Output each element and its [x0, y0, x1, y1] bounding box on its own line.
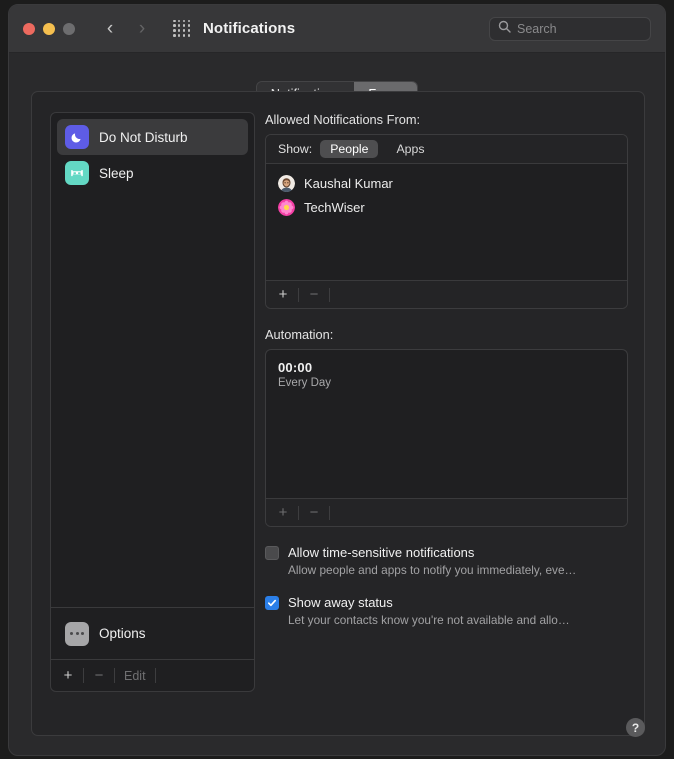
time-sensitive-description: Allow people and apps to notify you imme…: [288, 563, 576, 577]
traffic-lights: [23, 23, 75, 35]
sidebar-item-label: Sleep: [99, 166, 134, 181]
content-panel: Do Not Disturb Sleep: [31, 91, 645, 736]
search-input[interactable]: [517, 22, 642, 36]
moon-icon: [65, 125, 89, 149]
sidebar-item-do-not-disturb[interactable]: Do Not Disturb: [57, 119, 248, 155]
automation-list: 00:00 Every Day: [266, 350, 627, 498]
automation-repeat: Every Day: [278, 377, 615, 389]
allowed-notifications-box: Show: People Apps: [265, 134, 628, 309]
time-sensitive-row[interactable]: Allow time-sensitive notifications Allow…: [265, 545, 628, 577]
time-sensitive-label: Allow time-sensitive notifications: [288, 545, 576, 560]
close-button[interactable]: [23, 23, 35, 35]
page-title: Notifications: [203, 20, 295, 37]
segment-apps[interactable]: Apps: [386, 140, 434, 158]
list-item[interactable]: TechWiser: [266, 195, 627, 219]
sidebar-item-sleep[interactable]: Sleep: [57, 155, 248, 191]
help-button[interactable]: ?: [626, 718, 645, 737]
focus-options-row[interactable]: Options: [51, 607, 254, 659]
ellipsis-icon: [65, 622, 89, 646]
allowed-people-list: Kaushal Kumar: [266, 164, 627, 280]
zoom-button[interactable]: [63, 23, 75, 35]
automation-time: 00:00: [278, 360, 615, 375]
segment-people[interactable]: People: [320, 140, 378, 158]
add-person-button[interactable]: +: [268, 287, 298, 302]
list-item[interactable]: Kaushal Kumar: [266, 171, 627, 195]
show-label: Show:: [278, 142, 312, 156]
away-status-label: Show away status: [288, 595, 570, 610]
show-filter-bar: Show: People Apps: [266, 135, 627, 164]
add-automation-button[interactable]: +: [268, 505, 298, 520]
focus-sidebar: Do Not Disturb Sleep: [50, 112, 255, 692]
away-status-checkbox[interactable]: [265, 596, 279, 610]
flower-avatar: [278, 199, 295, 216]
minimize-button[interactable]: [43, 23, 55, 35]
title-bar: ‹ › Notifications: [9, 5, 665, 53]
search-icon: [498, 20, 511, 38]
focus-list: Do Not Disturb Sleep: [51, 113, 254, 607]
preferences-window: ‹ › Notifications Notifications Focus: [8, 4, 666, 756]
forward-icon[interactable]: ›: [129, 16, 155, 42]
time-sensitive-checkbox[interactable]: [265, 546, 279, 560]
add-focus-button[interactable]: +: [53, 668, 83, 683]
list-item[interactable]: 00:00 Every Day: [278, 360, 615, 389]
list-item-label: TechWiser: [304, 200, 365, 215]
navigation-buttons: ‹ ›: [97, 16, 155, 42]
checkmark-icon: [267, 598, 277, 608]
divider: [329, 506, 330, 520]
allowed-footer-toolbar: + −: [266, 280, 627, 308]
sidebar-footer-toolbar: + − Edit: [51, 659, 254, 691]
away-status-description: Let your contacts know you're not availa…: [288, 613, 570, 627]
allowed-notifications-heading: Allowed Notifications From:: [265, 112, 628, 127]
remove-automation-button[interactable]: −: [299, 505, 329, 520]
remove-focus-button[interactable]: −: [84, 668, 114, 683]
automation-footer-toolbar: + −: [266, 498, 627, 526]
automation-heading: Automation:: [265, 327, 628, 342]
sidebar-item-label: Do Not Disturb: [99, 130, 188, 145]
divider: [329, 288, 330, 302]
back-icon[interactable]: ‹: [97, 16, 123, 42]
show-all-grid-icon[interactable]: [173, 20, 191, 38]
edit-focus-button[interactable]: Edit: [115, 669, 155, 683]
bed-icon: [65, 161, 89, 185]
focus-options-label: Options: [99, 626, 146, 641]
search-field[interactable]: [489, 17, 651, 41]
remove-person-button[interactable]: −: [299, 287, 329, 302]
list-item-label: Kaushal Kumar: [304, 176, 393, 191]
divider: [155, 668, 156, 683]
away-status-row[interactable]: Show away status Let your contacts know …: [265, 595, 628, 627]
person-photo-avatar: [278, 175, 295, 192]
automation-box: 00:00 Every Day + −: [265, 349, 628, 527]
focus-detail-column: Allowed Notifications From: Show: People…: [265, 112, 628, 756]
